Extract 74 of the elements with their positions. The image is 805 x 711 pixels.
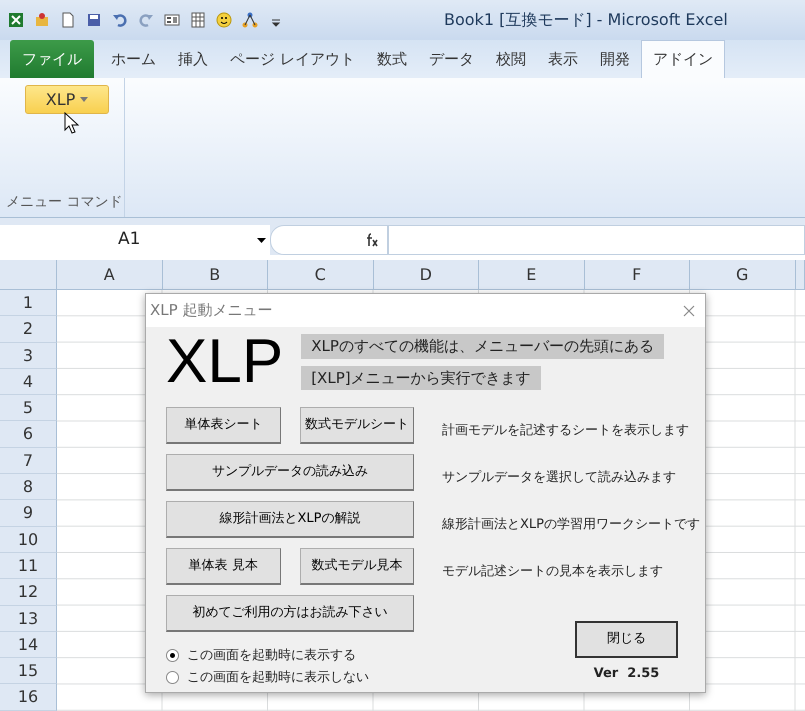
table-icon[interactable] [190, 12, 206, 28]
menu-button[interactable]: 単体表 見本 [166, 548, 280, 585]
column-header[interactable]: F [584, 260, 690, 290]
menu-button[interactable]: 数式モデルシート [300, 407, 414, 444]
info-banner: [XLP]メニューから実行できます [301, 366, 541, 390]
row-header[interactable]: 15 [0, 658, 57, 684]
row-header[interactable]: 1 [0, 290, 57, 316]
ribbon-tab[interactable]: 校閲 [484, 40, 537, 78]
info-banner: XLPのすべての機能は、メニューバーの先頭にある [301, 334, 664, 358]
save-icon[interactable] [86, 12, 102, 28]
column-header[interactable]: A [57, 260, 162, 290]
row-header[interactable]: 11 [0, 552, 57, 580]
caret-icon [80, 97, 88, 102]
close-button[interactable]: 閉じる [575, 620, 678, 658]
ribbon-tab[interactable]: 数式 [366, 40, 418, 78]
row-header[interactable]: 2 [0, 316, 57, 343]
file-tab[interactable]: ファイル [10, 40, 94, 78]
ribbon-tab[interactable]: ページ レイアウト [219, 40, 366, 78]
mouse-pointer-icon [64, 112, 80, 134]
window-title: Book1 [互換モード] - Microsoft Excel [444, 9, 728, 31]
description-text: 線形計画法とXLPの学習用ワークシートです [442, 516, 700, 534]
radio-option[interactable]: この画面を起動時に表示する [166, 646, 414, 666]
description-text: サンプルデータを選択して読み込みます [442, 468, 677, 487]
column-header[interactable]: D [374, 260, 479, 290]
insert-function-icon[interactable] [365, 232, 379, 246]
undo-icon[interactable] [112, 12, 128, 28]
row-header[interactable]: 16 [0, 684, 57, 711]
row-header[interactable]: 10 [0, 526, 57, 553]
logo-text: XLP [166, 331, 284, 393]
radio-circle[interactable] [166, 670, 179, 684]
column-header[interactable]: G [690, 260, 796, 290]
group-label: メニュー コマンド [5, 193, 124, 212]
excel-logo-icon[interactable] [8, 12, 24, 28]
radio-circle[interactable] [166, 649, 179, 662]
menu-button[interactable]: サンプルデータの読み込み [166, 454, 414, 491]
column-header[interactable]: C [268, 260, 374, 290]
ribbon-tab[interactable]: 挿入 [167, 40, 219, 78]
smiley-icon[interactable] [216, 12, 232, 28]
radio-option[interactable]: この画面を起動時に表示しない [166, 668, 414, 687]
dropdown-icon[interactable] [257, 238, 266, 242]
form-icon[interactable] [164, 12, 180, 28]
row-header[interactable]: 9 [0, 500, 57, 527]
menu-button[interactable]: 単体表シート [166, 407, 280, 444]
description-text: モデル記述シートの見本を表示します [442, 562, 664, 581]
version-text: Ver 2.55 [594, 664, 660, 682]
menu-button[interactable]: 数式モデル見本 [300, 548, 414, 585]
close-icon[interactable] [683, 304, 695, 316]
row-header[interactable]: 4 [0, 368, 57, 396]
network-icon[interactable] [242, 12, 258, 28]
new-document-icon[interactable] [60, 12, 76, 28]
ribbon-tab[interactable]: ホーム [100, 40, 167, 78]
radio-label: この画面を起動時に表示する [187, 647, 356, 665]
menu-button[interactable]: 初めてご利用の方はお読み下さい [166, 595, 414, 632]
row-header[interactable]: 12 [0, 579, 57, 606]
ribbon-tab[interactable]: アドイン [640, 40, 725, 78]
name-box[interactable]: A1 [0, 224, 270, 254]
row-header[interactable]: 7 [0, 448, 57, 474]
ribbon-tab[interactable]: 開発 [588, 40, 641, 78]
row-header[interactable]: 5 [0, 395, 57, 422]
xlp-menu-button[interactable]: XLP [25, 85, 109, 114]
ribbon-tab[interactable]: 表示 [536, 40, 589, 78]
row-header[interactable]: 14 [0, 632, 57, 658]
column-header[interactable]: B [162, 260, 268, 290]
row-header[interactable]: 3 [0, 342, 57, 369]
radio-label: この画面を起動時に表示しない [187, 668, 369, 686]
description-text: 計画モデルを記述するシートを表示します [442, 422, 690, 440]
column-header[interactable]: E [479, 260, 584, 290]
ribbon-tab[interactable]: データ [418, 40, 485, 78]
formula-input[interactable] [388, 224, 805, 254]
dialog-title: XLP 起動メニュー [150, 300, 272, 322]
row-header[interactable]: 8 [0, 474, 57, 500]
row-header[interactable]: 6 [0, 421, 57, 448]
menu-button[interactable]: 線形計画法とXLPの解説 [166, 501, 414, 538]
row-header[interactable]: 13 [0, 606, 57, 632]
